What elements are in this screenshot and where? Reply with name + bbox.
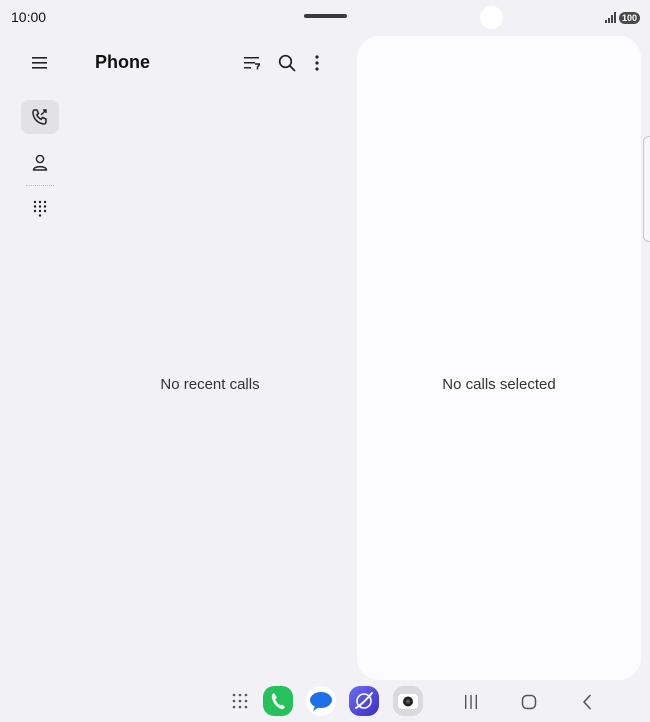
recent-apps-button[interactable] (458, 690, 484, 714)
dock-phone-app[interactable] (263, 686, 293, 716)
home-icon (521, 694, 537, 710)
call-log-icon (32, 109, 47, 125)
search-button[interactable] (274, 50, 300, 76)
edge-panel-handle[interactable] (643, 136, 650, 242)
status-time: 10:00 (11, 9, 47, 25)
camera-icon (398, 694, 418, 709)
app-drawer-button[interactable] (229, 690, 251, 712)
dock-internet-app[interactable] (349, 686, 379, 716)
page-title: Phone (95, 52, 151, 72)
nav-divider (26, 185, 54, 186)
messages-icon (310, 692, 332, 711)
home-button[interactable] (516, 690, 542, 714)
filter-sort-icon (244, 57, 260, 70)
empty-detail-message: No calls selected (442, 376, 556, 393)
dock-camera-app[interactable] (393, 686, 423, 716)
phone-icon (271, 693, 285, 710)
detail-panel: No calls selected (357, 36, 641, 680)
camera-cutout (480, 6, 503, 29)
back-icon (583, 694, 591, 710)
dock-messages-app[interactable] (306, 686, 336, 716)
nav-recents[interactable] (21, 100, 59, 134)
more-vertical-icon (315, 55, 319, 71)
menu-button[interactable] (25, 49, 55, 77)
internet-browser-icon (355, 692, 373, 709)
apps-grid-icon (232, 693, 248, 709)
search-icon (278, 54, 296, 72)
battery-indicator: 100 (619, 12, 641, 24)
recent-apps-icon (465, 695, 477, 709)
nav-keypad[interactable] (21, 193, 59, 225)
signal-icon (605, 12, 616, 23)
back-button[interactable] (574, 690, 600, 714)
nav-contacts[interactable] (21, 146, 59, 178)
person-icon (32, 154, 48, 171)
drag-handle[interactable] (304, 14, 347, 18)
dialpad-icon (33, 200, 47, 217)
hamburger-icon (32, 57, 47, 69)
more-options-button[interactable] (305, 50, 329, 76)
filter-button[interactable] (239, 50, 265, 76)
empty-recents-message: No recent calls (160, 376, 260, 393)
